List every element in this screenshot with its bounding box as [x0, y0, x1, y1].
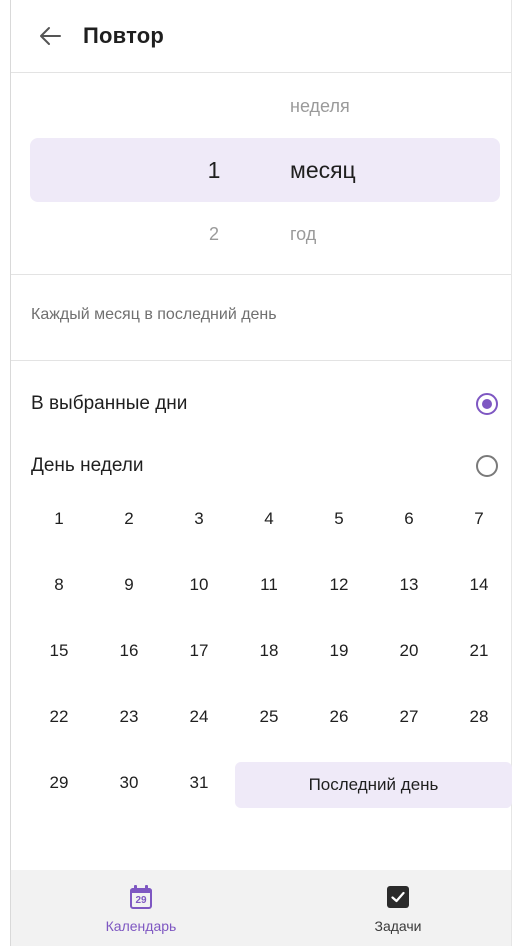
day-cell[interactable]: 12 [304, 562, 374, 608]
nav-calendar[interactable]: 29 Календарь [61, 870, 221, 946]
day-cell[interactable]: 9 [94, 562, 164, 608]
day-cell[interactable]: 28 [444, 694, 514, 740]
day-cell[interactable]: 17 [164, 628, 234, 674]
day-cell[interactable]: 3 [164, 496, 234, 542]
option-label: День недели [31, 455, 144, 476]
day-cell[interactable]: 24 [164, 694, 234, 740]
day-cell[interactable]: 5 [304, 496, 374, 542]
day-cell[interactable]: 13 [374, 562, 444, 608]
picker-unit: месяц [290, 156, 356, 183]
day-cell[interactable]: 18 [234, 628, 304, 674]
back-button[interactable] [35, 21, 65, 51]
option-selected-days[interactable]: В выбранные дни [31, 384, 500, 424]
day-cell[interactable]: 15 [24, 628, 94, 674]
checkbox-icon [387, 886, 409, 908]
day-cell[interactable]: 27 [374, 694, 444, 740]
bottom-nav: 29 Календарь Задачи [11, 870, 511, 946]
divider [11, 72, 511, 73]
divider [11, 360, 511, 361]
nav-tasks-label: Задачи [374, 918, 422, 934]
repeat-summary: Каждый месяц в последний день [31, 306, 277, 323]
picker-number: 1 [207, 156, 221, 183]
day-cell[interactable]: 16 [94, 628, 164, 674]
calendar-icon-date: 29 [135, 895, 147, 906]
day-cell[interactable]: 7 [444, 496, 514, 542]
arrow-left-icon [40, 27, 61, 45]
day-cell[interactable]: 29 [24, 760, 94, 806]
option-label: В выбранные дни [31, 393, 188, 414]
day-cell[interactable]: 4 [234, 496, 304, 542]
day-cell[interactable]: 31 [164, 760, 234, 806]
picker-number [194, 74, 234, 138]
picker-row-week[interactable]: неделя [30, 74, 500, 138]
option-weekday[interactable]: День недели [31, 446, 500, 486]
day-cell[interactable]: 14 [444, 562, 514, 608]
picker-row-year[interactable]: 2 год [30, 202, 500, 266]
day-cell[interactable]: 10 [164, 562, 234, 608]
calendar-icon: 29 [130, 885, 152, 909]
day-cell[interactable]: 22 [24, 694, 94, 740]
nav-tasks[interactable]: Задачи [318, 870, 478, 946]
picker-row-month-selected[interactable]: 1 месяц [30, 138, 500, 202]
app-bar: Повтор [11, 0, 511, 72]
day-cell[interactable]: 26 [304, 694, 374, 740]
picker-number: 2 [208, 223, 219, 244]
day-cell[interactable]: 19 [304, 628, 374, 674]
radio-checked-icon[interactable] [476, 393, 498, 415]
last-day-button[interactable]: Последний день [235, 762, 512, 808]
day-cell[interactable]: 11 [234, 562, 304, 608]
day-cell[interactable]: 1 [24, 496, 94, 542]
day-cell[interactable]: 25 [234, 694, 304, 740]
day-cell[interactable]: 30 [94, 760, 164, 806]
nav-calendar-label: Календарь [105, 918, 177, 934]
page-title: Повтор [83, 23, 165, 48]
divider [11, 274, 511, 275]
day-cell[interactable]: 2 [94, 496, 164, 542]
picker-unit: год [290, 223, 317, 244]
radio-unchecked-icon[interactable] [476, 455, 498, 477]
day-cell[interactable]: 20 [374, 628, 444, 674]
day-cell[interactable]: 21 [444, 628, 514, 674]
left-edge-line [10, 0, 11, 946]
day-cell[interactable]: 23 [94, 694, 164, 740]
day-cell[interactable]: 6 [374, 496, 444, 542]
day-cell[interactable]: 8 [24, 562, 94, 608]
picker-unit: неделя [290, 95, 350, 116]
